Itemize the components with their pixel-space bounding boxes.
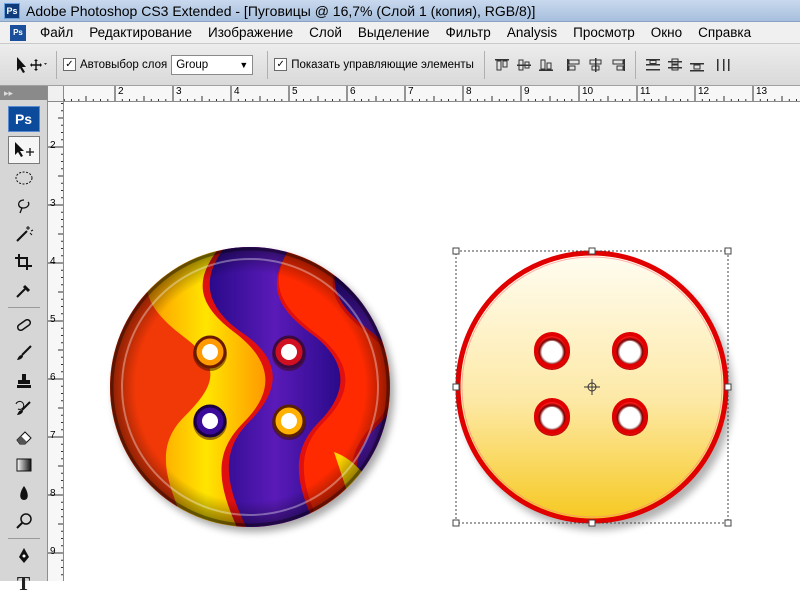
separator [56,50,57,79]
magic-wand-tool-icon[interactable] [8,220,40,248]
align-hcenter-icon[interactable] [585,54,607,76]
ruler-label: 4 [50,256,56,267]
menu-edit[interactable]: Редактирование [81,22,200,44]
menu-filter[interactable]: Фильтр [437,22,498,44]
ruler-label: 6 [350,86,356,97]
ruler-label: 13 [756,86,768,97]
ruler-label: 12 [698,86,710,97]
align-vcenter-icon[interactable] [513,54,535,76]
type-tool-icon[interactable]: T [8,570,40,598]
move-tool-icon[interactable] [7,136,40,164]
left-button[interactable] [104,242,409,542]
ruler-top[interactable]: 2 3 4 5 6 7 8 9 10 11 12 13 [48,86,800,102]
ruler-label: 7 [408,86,414,97]
menu-bar: Ps Файл Редактирование Изображение Слой … [0,22,800,44]
menu-window[interactable]: Окно [643,22,690,44]
options-bar: ✓ Автовыбор слоя Group ▼ ✓ Показать упра… [0,44,800,86]
document-icon[interactable]: Ps [10,24,26,41]
ruler-label: 9 [524,86,530,97]
auto-select-value: Group [176,58,209,71]
eraser-tool-icon[interactable] [8,423,40,451]
toolbox-panel: ▸▸ Ps T [0,86,48,595]
lasso-tool-icon[interactable] [8,192,40,220]
blur-tool-icon[interactable] [8,479,40,507]
distribute-left-icon[interactable] [712,54,734,76]
align-left-icon[interactable] [563,54,585,76]
transform-handle[interactable] [452,247,460,255]
history-brush-tool-icon[interactable] [8,395,40,423]
ruler-label: 9 [50,546,56,557]
transform-handle[interactable] [452,383,460,391]
ruler-label: 5 [50,314,56,325]
panel-grip[interactable]: ▸▸ [0,86,47,100]
menu-help[interactable]: Справка [690,22,759,44]
ruler-label: 8 [466,86,472,97]
transform-handle[interactable] [724,247,732,255]
move-tool-preset-icon[interactable] [10,50,50,80]
auto-select-dropdown[interactable]: Group ▼ [171,54,254,75]
align-right-icon[interactable] [607,54,629,76]
ruler-label: 2 [50,140,56,151]
ruler-corner[interactable] [48,86,64,102]
transform-handle[interactable] [724,519,732,527]
window-title: Adobe Photoshop CS3 Extended - [Пуговицы… [26,2,536,19]
align-bottom-icon[interactable] [535,54,557,76]
show-controls-label: Показать управляющие элементы [291,58,474,71]
photoshop-app-icon[interactable]: Ps [4,2,20,19]
separator [7,538,40,539]
marquee-tool-icon[interactable] [8,164,40,192]
transform-handle[interactable] [588,247,596,255]
ruler-label: 3 [176,86,182,97]
dodge-tool-icon[interactable] [8,507,40,535]
gradient-tool-icon[interactable] [8,451,40,479]
menu-analysis[interactable]: Analysis [499,22,565,44]
transform-handle[interactable] [452,519,460,527]
separator [7,307,40,308]
auto-select-label: Автовыбор слоя [80,58,168,71]
title-bar: Ps Adobe Photoshop CS3 Extended - [Пугов… [0,0,800,22]
menu-view[interactable]: Просмотр [565,22,643,44]
photoshop-logo[interactable]: Ps [7,106,40,132]
menu-layer[interactable]: Слой [301,22,350,44]
ruler-label: 8 [50,488,56,499]
eyedropper-tool-icon[interactable] [8,276,40,304]
ruler-label: 7 [50,430,56,441]
document-canvas[interactable] [64,102,800,581]
ruler-label: 2 [118,86,124,97]
ruler-label: 11 [640,86,651,97]
ruler-label: 4 [234,86,240,97]
ruler-label: 6 [50,372,56,383]
stamp-tool-icon[interactable] [8,367,40,395]
ruler-label: 3 [50,198,56,209]
distribute-bottom-icon[interactable] [686,54,708,76]
show-controls-checkbox[interactable]: ✓ [274,58,288,71]
separator [483,50,485,79]
menu-image[interactable]: Изображение [200,22,301,44]
transform-handle[interactable] [724,383,732,391]
distribute-vcenter-icon[interactable] [664,54,686,76]
distribute-top-icon[interactable] [642,54,664,76]
menu-file[interactable]: Файл [32,22,81,44]
healing-tool-icon[interactable] [8,311,40,339]
separator [634,50,636,79]
separator [267,50,269,79]
pen-tool-icon[interactable] [8,542,40,570]
crop-tool-icon[interactable] [8,248,40,276]
menu-select[interactable]: Выделение [350,22,438,44]
ruler-left[interactable]: 2 3 4 5 6 7 8 9 [48,102,64,581]
align-top-icon[interactable] [491,54,513,76]
chevron-down-icon: ▼ [239,59,249,70]
transform-handle[interactable] [588,519,596,527]
ruler-label: 10 [582,86,594,97]
ruler-label: 5 [292,86,298,97]
brush-tool-icon[interactable] [8,339,40,367]
auto-select-checkbox[interactable]: ✓ [63,58,76,71]
